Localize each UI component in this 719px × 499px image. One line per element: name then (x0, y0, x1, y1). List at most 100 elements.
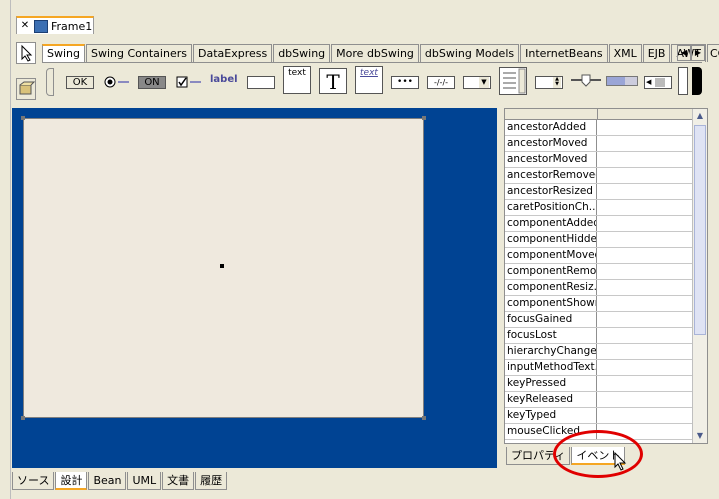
inspector-scrollbar[interactable]: ▲ ▼ (692, 109, 707, 443)
palette-tab-swing[interactable]: Swing (42, 44, 85, 62)
jcheckbox-component[interactable] (176, 75, 202, 89)
event-row[interactable]: caretPositionCh... (505, 200, 693, 216)
tab-design[interactable]: 設計 (55, 472, 88, 490)
event-handler-value[interactable] (597, 376, 693, 391)
palette-tab-more-dbswing[interactable]: More dbSwing (331, 44, 419, 62)
event-handler-value[interactable] (597, 408, 693, 423)
event-name: ancestorMoved (505, 136, 597, 151)
palette-divider (42, 62, 702, 63)
event-handler-value[interactable] (597, 136, 693, 151)
event-row[interactable]: keyPressed (505, 376, 693, 392)
event-row[interactable]: componentResiz... (505, 280, 693, 296)
jprogressbar-component[interactable] (606, 76, 638, 86)
event-handler-value[interactable] (597, 152, 693, 167)
jslider-component[interactable] (570, 72, 602, 90)
event-row[interactable]: ancestorMoved (505, 136, 693, 152)
tab-source[interactable]: ソース (12, 472, 55, 490)
jbutton-component[interactable]: OK (66, 76, 94, 89)
event-name: componentShown (507, 296, 597, 311)
event-name: componentHidden (507, 232, 597, 247)
palette-tab-swing-containers[interactable]: Swing Containers (86, 44, 192, 62)
tab-history[interactable]: 履歴 (195, 472, 228, 490)
event-handler-value[interactable] (597, 392, 693, 407)
event-row[interactable]: componentAdded (505, 216, 693, 232)
jspinner-component[interactable]: ▲ ▼ (535, 76, 563, 89)
bean-chooser-button[interactable] (16, 78, 36, 100)
palette-scroll-right[interactable] (692, 67, 702, 95)
jeditorpane-component[interactable]: T (319, 68, 347, 94)
tab-scroll-right-icon[interactable]: ▶ (691, 45, 705, 61)
palette-tab-internetbeans[interactable]: InternetBeans (520, 44, 608, 62)
palette-tab-dataexpress[interactable]: DataExpress (192, 44, 273, 62)
jseparator-component[interactable] (678, 67, 688, 95)
event-handler-value[interactable] (597, 168, 693, 183)
palette-tab-xml[interactable]: XML (608, 44, 642, 62)
jtextfield-component[interactable] (247, 76, 275, 89)
tab-doc[interactable]: 文書 (162, 472, 195, 490)
palette-scroll-left[interactable] (46, 68, 54, 96)
event-handler-value[interactable] (597, 280, 693, 295)
jcombobox-component[interactable]: ▼ (463, 76, 491, 89)
event-row[interactable]: focusGained (505, 312, 693, 328)
resize-handle-sw[interactable] (21, 416, 25, 420)
event-handler-value[interactable] (597, 200, 693, 215)
event-handler-value[interactable] (597, 296, 693, 311)
jtextarea-component[interactable]: text (283, 66, 311, 94)
event-row[interactable]: ancestorAdded (505, 120, 693, 136)
jradiobutton-component[interactable] (104, 75, 130, 89)
resize-handle-ne[interactable] (422, 116, 426, 120)
jlist-component[interactable] (499, 67, 527, 95)
palette-tab-co[interactable]: CO (707, 44, 719, 62)
event-row[interactable]: ancestorRemoved (505, 168, 693, 184)
tab-scroll-left-icon[interactable]: ◀ (677, 45, 691, 61)
event-handler-value[interactable] (597, 216, 693, 231)
event-row[interactable]: hierarchyChanged (505, 344, 693, 360)
event-row[interactable]: keyReleased (505, 392, 693, 408)
radio-icon (104, 76, 129, 88)
selection-tool-button[interactable] (16, 42, 36, 64)
close-icon[interactable]: ✕ (19, 20, 31, 32)
event-name: componentAdded (507, 216, 597, 231)
tab-bean[interactable]: Bean (88, 472, 127, 490)
event-handler-value[interactable] (597, 312, 693, 327)
header-value-column[interactable] (598, 109, 693, 119)
header-name-column[interactable] (505, 109, 598, 119)
jtextpane-component[interactable]: text (355, 66, 383, 94)
frame-content-pane[interactable] (21, 116, 426, 420)
palette-tab-ejb[interactable]: EJB (642, 44, 671, 62)
event-row[interactable]: keyTyped (505, 408, 693, 424)
event-name: focusLost (505, 328, 597, 343)
event-handler-value[interactable] (597, 248, 693, 263)
jlabel-component[interactable]: label (210, 74, 240, 88)
event-handler-value[interactable] (597, 232, 693, 247)
resize-handle-nw[interactable] (21, 116, 25, 120)
event-row[interactable]: ancestorMoved (505, 152, 693, 168)
event-handler-value[interactable] (597, 120, 693, 135)
jformattedtextfield-component[interactable]: -/-/- (427, 76, 455, 89)
event-handler-value[interactable] (597, 328, 693, 343)
event-handler-value[interactable] (597, 264, 693, 279)
event-handler-value[interactable] (597, 360, 693, 375)
event-row[interactable]: componentShown (505, 296, 693, 312)
event-row[interactable]: ancestorResized (505, 184, 693, 200)
scroll-thumb[interactable] (694, 125, 706, 335)
event-handler-value[interactable] (597, 184, 693, 199)
jpasswordfield-component[interactable]: ••• (391, 76, 419, 89)
event-row[interactable]: componentHidden (505, 232, 693, 248)
event-row[interactable]: inputMethodText... (505, 360, 693, 376)
event-row[interactable]: componentRemo... (505, 264, 693, 280)
window-tab-frame1[interactable]: ✕ Frame1 (16, 16, 94, 34)
tab-uml[interactable]: UML (127, 472, 162, 490)
resize-handle-se[interactable] (422, 416, 426, 420)
palette-tab-dbswing[interactable]: dbSwing (273, 44, 331, 62)
palette-tab-dbswing-models[interactable]: dbSwing Models (419, 44, 520, 62)
scroll-left-icon: ◀ (646, 78, 652, 86)
scroll-up-icon[interactable]: ▲ (694, 110, 706, 122)
scroll-down-icon[interactable]: ▼ (694, 430, 706, 442)
jscrollbar-component[interactable]: ◀ (644, 76, 672, 89)
jtogglebutton-component[interactable]: ON (138, 76, 166, 89)
event-handler-value[interactable] (597, 344, 693, 359)
spinner-arrows-icon: ▲ ▼ (553, 77, 561, 88)
event-row[interactable]: componentMoved (505, 248, 693, 264)
event-row[interactable]: focusLost (505, 328, 693, 344)
